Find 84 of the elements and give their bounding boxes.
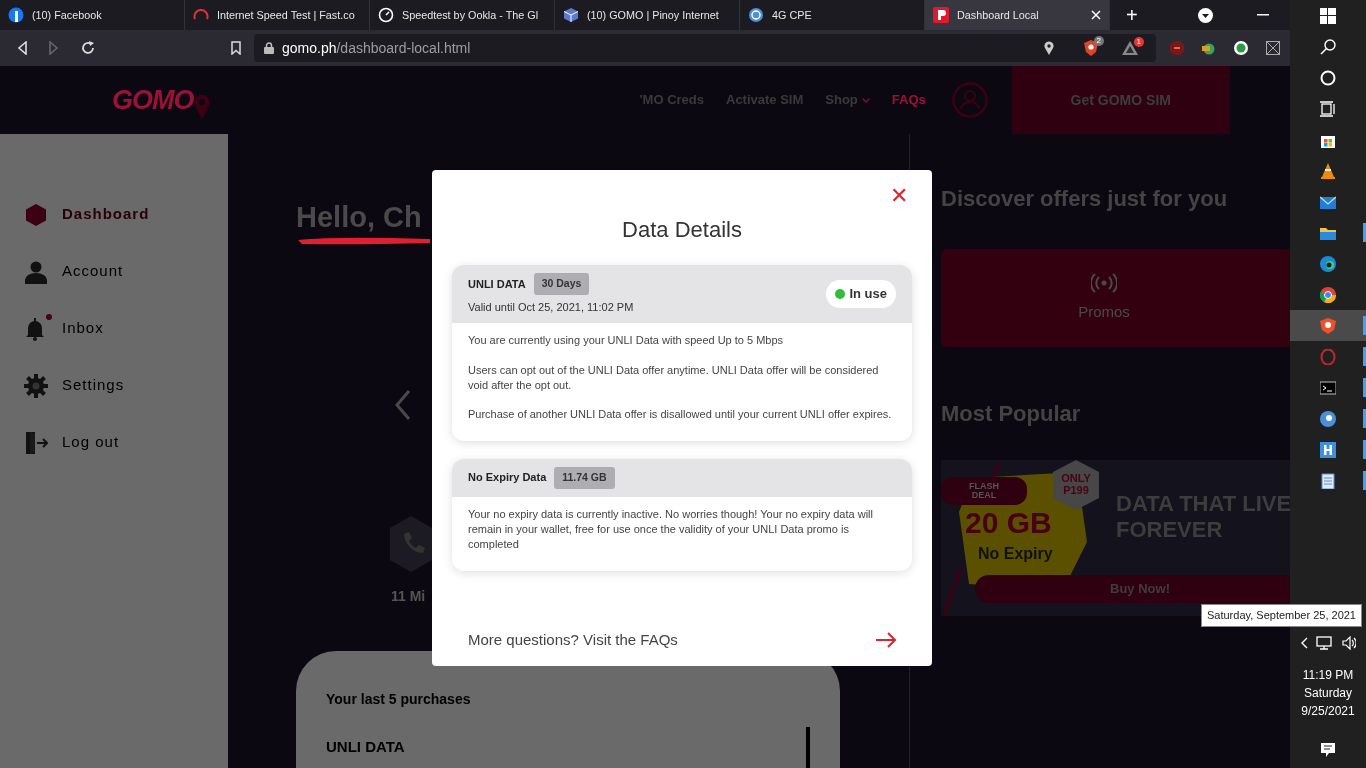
broadcast-icon <box>1091 272 1117 293</box>
lion-shield-icon <box>1320 317 1336 334</box>
swirl-icon <box>1320 255 1336 272</box>
globe-icon <box>748 7 764 23</box>
close-icon[interactable] <box>1091 10 1101 20</box>
sidebar-item[interactable]: Inbox <box>0 300 228 357</box>
minutes-label: 11 Mi <box>391 586 426 606</box>
stop-sign-icon[interactable] <box>1170 41 1184 55</box>
task-view-icon <box>1320 100 1336 117</box>
circle-icon <box>1320 69 1336 86</box>
section-title: Discover offers just for you <box>941 185 1229 213</box>
clock-day[interactable]: Saturday <box>1303 684 1352 702</box>
expiry-text: No Expiry <box>978 544 1053 564</box>
notepad-icon <box>1320 472 1336 489</box>
clock-time[interactable]: 11:19 PM <box>1302 666 1354 684</box>
sidebar-item[interactable]: Settings <box>0 357 228 414</box>
back-icon[interactable] <box>17 41 27 55</box>
new-tab-button[interactable]: + <box>1126 5 1138 25</box>
flash-deal-tag: FLASH DEAL <box>941 477 1027 505</box>
count-badge: 2 <box>1093 36 1104 46</box>
ring-icon <box>1320 348 1336 365</box>
url-text[interactable]: gomo.ph/dashboard-local.html <box>282 37 471 59</box>
network-icon[interactable] <box>1316 636 1334 650</box>
app-tile-icon <box>1320 441 1336 458</box>
faq-link[interactable]: More questions? Visit the FAQs <box>468 628 678 652</box>
purchase-item[interactable]: UNLI DATA <box>326 735 810 759</box>
cone-icon <box>1320 162 1336 179</box>
image-icon[interactable] <box>1266 41 1280 55</box>
browser-tab[interactable]: Dashboard Local <box>925 0 1110 30</box>
purchases-title: Your last 5 purchases <box>326 689 472 709</box>
triangle-icon[interactable] <box>1122 41 1138 55</box>
sidebar-item[interactable]: Account <box>0 243 228 300</box>
bookmark-icon[interactable] <box>231 41 241 55</box>
plan-name: No Expiry Data <box>468 470 547 486</box>
sidebar-item[interactable]: Dashboard <box>0 186 228 243</box>
sidebar-item[interactable]: Log out <box>0 414 228 471</box>
lock-icon <box>264 42 274 54</box>
phone-icon <box>390 515 432 572</box>
browser-icon <box>1320 286 1336 303</box>
dropdown-icon[interactable] <box>1197 7 1213 23</box>
hexagon-icon <box>24 202 48 227</box>
status-pill: In use <box>826 280 896 308</box>
reload-icon[interactable] <box>81 41 95 55</box>
windows-icon <box>1320 7 1336 24</box>
minimize-icon[interactable] <box>1256 14 1269 16</box>
greeting-heading: Hello, Ch <box>296 202 422 234</box>
promos-tile[interactable]: Promos <box>941 249 1290 347</box>
card-text: Your no expiry data is currently inactive. No worries though! Your no expiry data will remain in your wallet, free for use once the validity of your UNLI Data promo is completed <box>468 506 874 553</box>
card-text: Users can opt out of the UNLI Data offer anytime. UNLI Data offer will be considered void after the opt out. <box>468 362 880 394</box>
shield-icon[interactable] <box>1084 40 1098 56</box>
terminal-icon <box>1320 379 1336 396</box>
volume-icon[interactable] <box>1342 636 1356 650</box>
notification-icon[interactable] <box>1320 742 1336 758</box>
price-text: ONLY P199 <box>1060 472 1092 497</box>
plan-badge: 11.74 GB <box>554 466 615 489</box>
disc-icon <box>1320 410 1336 427</box>
cube-icon <box>563 7 579 23</box>
plan-name: UNLI DATA <box>468 276 526 292</box>
person-icon <box>24 259 48 284</box>
search-icon <box>1320 38 1336 55</box>
plan-badge: 30 Days <box>533 273 590 295</box>
logo-text[interactable]: GOMO <box>112 79 194 121</box>
card-text: Purchase of another UNLI Data offer is disallowed until your current UNLI offer expires. <box>468 407 893 423</box>
validity-text: Valid until Oct 25, 2021, 11:02 PM <box>468 299 634 315</box>
map-pin-icon <box>193 94 210 121</box>
date-tooltip: Saturday, September 25, 2021 <box>1201 604 1362 627</box>
scrollbar-thumb[interactable] <box>806 726 810 768</box>
location-icon[interactable] <box>1044 41 1054 55</box>
dialog-title: Data Details <box>622 217 742 242</box>
card-text: You are currently using your UNLI Data with speed Up to 5 Mbps <box>468 333 785 349</box>
exit-icon <box>24 430 48 455</box>
gauge-icon <box>378 7 394 23</box>
puzzle-icon[interactable] <box>1201 41 1217 55</box>
nav-link[interactable]: FAQs <box>891 90 926 110</box>
data-amount: 20 GB <box>965 506 1052 539</box>
circle-icon <box>8 7 24 23</box>
arrow-right-icon[interactable] <box>875 632 897 648</box>
leaf-icon[interactable] <box>1234 41 1248 55</box>
close-button[interactable]: ✕ <box>884 184 914 208</box>
section-title: Most Popular <box>941 400 1082 428</box>
clock-date[interactable]: 9/25/2021 <box>1301 702 1355 720</box>
pin-icon <box>933 7 949 23</box>
count-badge: 1 <box>1133 37 1144 47</box>
hexagon-badge <box>1051 460 1101 510</box>
